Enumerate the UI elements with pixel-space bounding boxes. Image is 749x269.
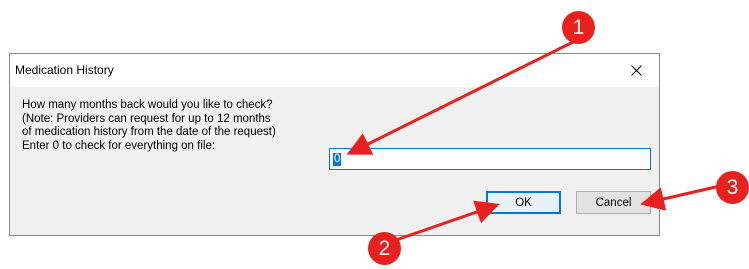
arrow-2 [395,200,500,242]
annotation-arrows [346,40,721,242]
annotation-marker-2: 2 [368,232,401,265]
annotation-marker-3: 3 [716,171,749,204]
arrow-1 [346,40,574,155]
arrow-3 [640,184,721,211]
annotation-marker-1: 1 [562,11,595,44]
screenshot-stage: Medication History How many months back … [0,0,749,269]
